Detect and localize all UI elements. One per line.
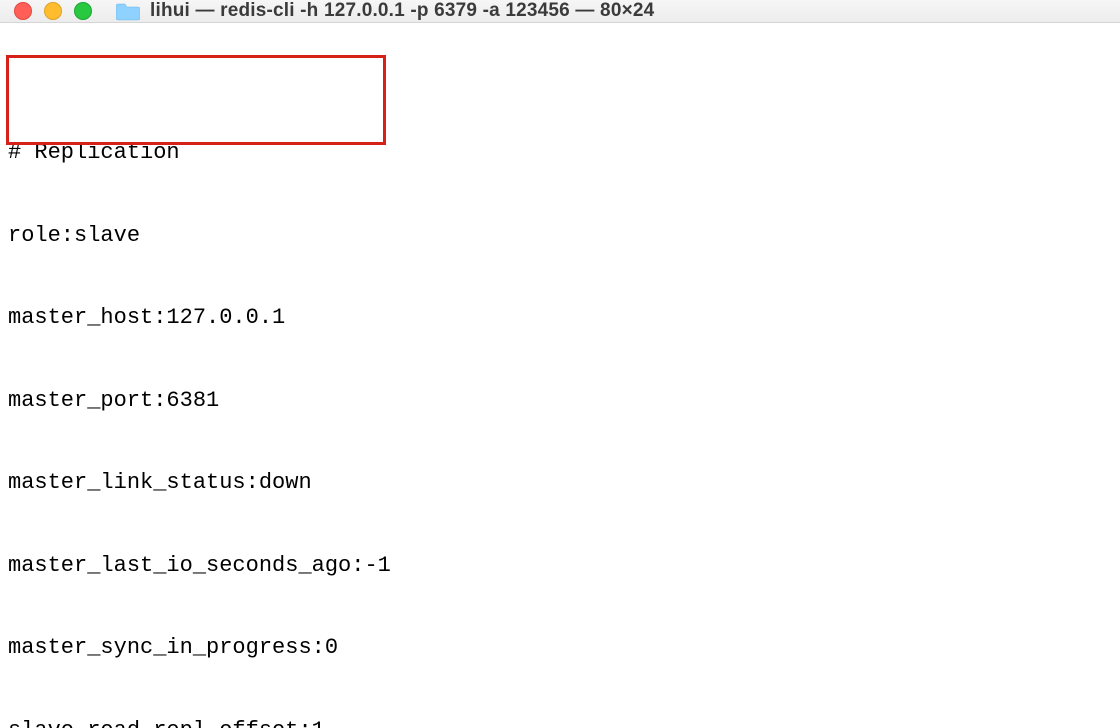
output-line: master_host:127.0.0.1 [8,304,1112,332]
terminal-window: lihui — redis-cli -h 127.0.0.1 -p 6379 -… [0,0,1120,728]
minimize-icon[interactable] [44,2,62,20]
output-line: master_link_status:down [8,469,1112,497]
output-line: role:slave [8,222,1112,250]
zoom-icon[interactable] [74,2,92,20]
terminal-output[interactable]: # Replication role:slave master_host:127… [0,23,1120,728]
output-line: master_sync_in_progress:0 [8,634,1112,662]
titlebar: lihui — redis-cli -h 127.0.0.1 -p 6379 -… [0,0,1120,23]
output-line: master_last_io_seconds_ago:-1 [8,552,1112,580]
window-title: lihui — redis-cli -h 127.0.0.1 -p 6379 -… [150,0,654,22]
close-icon[interactable] [14,2,32,20]
folder-icon [116,1,140,21]
output-line: master_port:6381 [8,387,1112,415]
output-line: # Replication [8,139,1112,167]
traffic-lights [14,2,92,20]
highlight-annotation [6,55,386,145]
output-line: slave_read_repl_offset:1 [8,717,1112,728]
